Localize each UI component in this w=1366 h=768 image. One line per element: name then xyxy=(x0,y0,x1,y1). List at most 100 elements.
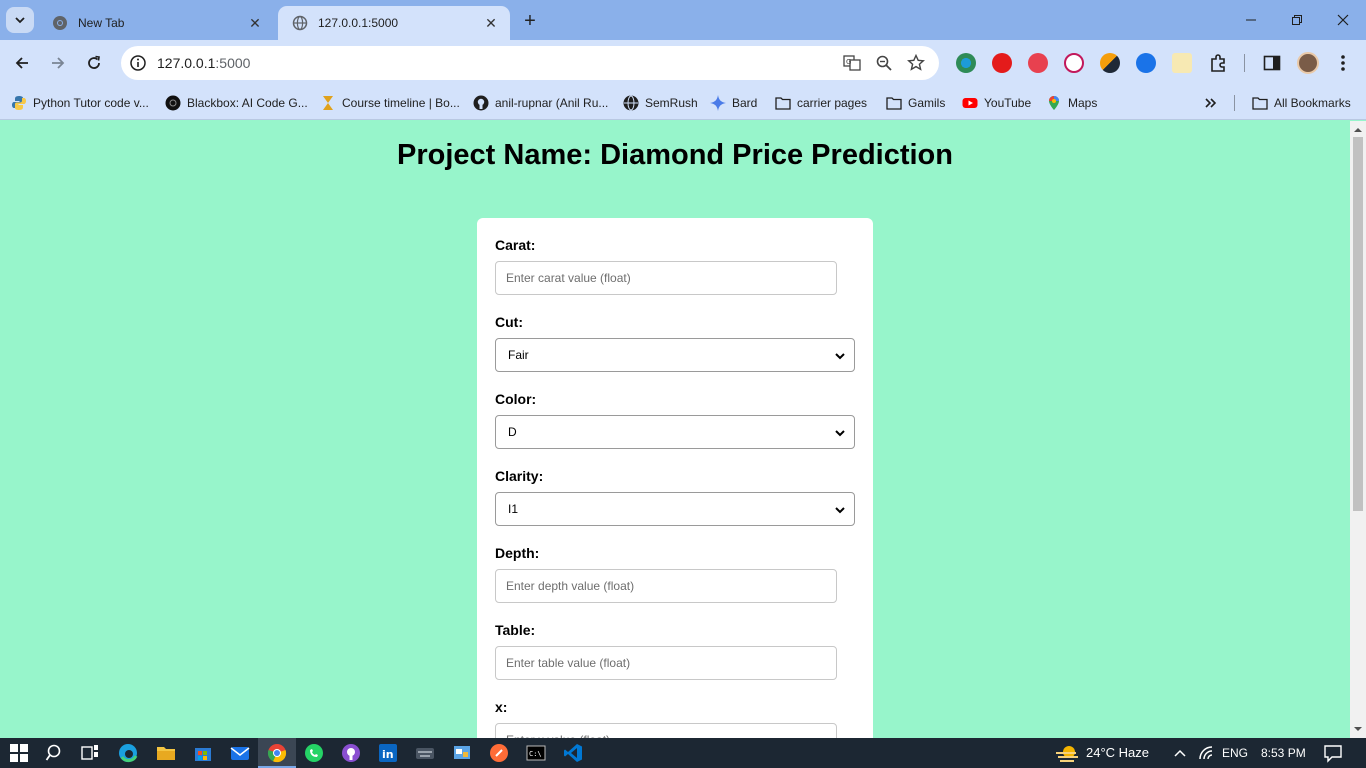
cut-select[interactable]: Fair xyxy=(495,338,855,372)
tab-search-button[interactable] xyxy=(6,7,34,33)
new-tab-button[interactable]: + xyxy=(518,10,542,32)
zoom-icon[interactable] xyxy=(875,54,893,72)
extension-adblock-icon[interactable] xyxy=(992,53,1012,73)
wifi-icon[interactable] xyxy=(1196,743,1216,763)
bookmark-label: Bard xyxy=(732,96,758,110)
task-view-icon[interactable] xyxy=(80,743,100,763)
close-window-button[interactable] xyxy=(1320,6,1366,34)
windows-start-icon[interactable] xyxy=(9,743,29,763)
table-input[interactable] xyxy=(495,646,837,680)
control-panel-icon[interactable] xyxy=(452,743,472,763)
cut-selected-value: Fair xyxy=(508,348,529,362)
keyboard-icon[interactable] xyxy=(415,743,435,763)
bookmark-python-tutor[interactable]: Python Tutor code v... xyxy=(11,93,149,113)
bookmark-youtube[interactable]: YouTube xyxy=(962,93,1031,113)
notifications-icon[interactable] xyxy=(1323,743,1343,763)
extension-block-icon[interactable] xyxy=(1064,53,1084,73)
bookmark-folder-carrier-pages[interactable]: carrier pages xyxy=(775,93,867,113)
bookmark-blackbox[interactable]: Blackbox: AI Code G... xyxy=(165,93,308,113)
profile-avatar[interactable] xyxy=(1297,52,1319,74)
python-icon xyxy=(12,96,26,110)
minimize-button[interactable] xyxy=(1228,6,1274,34)
whatsapp-icon[interactable] xyxy=(304,743,324,763)
url-port: :5000 xyxy=(215,55,251,71)
bookmark-label: SemRush xyxy=(645,96,698,110)
mail-icon[interactable] xyxy=(230,743,250,763)
depth-input[interactable] xyxy=(495,569,837,603)
address-bar[interactable]: 127.0.0.1:5000 G xyxy=(121,46,939,80)
weather-text[interactable]: 24°C Haze xyxy=(1086,745,1149,760)
clock[interactable]: 8:53 PM xyxy=(1261,746,1306,760)
reload-button[interactable] xyxy=(80,49,108,77)
close-tab-icon[interactable]: ✕ xyxy=(246,14,264,32)
svg-text:in: in xyxy=(382,748,394,761)
bookmark-semrush[interactable]: SemRush xyxy=(623,93,698,113)
restore-button[interactable] xyxy=(1274,6,1320,34)
weather-haze-icon[interactable] xyxy=(1054,743,1080,763)
color-selected-value: D xyxy=(508,425,517,439)
bookmark-course-timeline[interactable]: Course timeline | Bo... xyxy=(320,93,460,113)
terminal-icon[interactable]: C:\ xyxy=(526,743,546,763)
postman-icon[interactable] xyxy=(489,743,509,763)
bookmark-github[interactable]: anil-rupnar (Anil Ru... xyxy=(473,93,608,113)
github-icon xyxy=(473,95,489,111)
blackbox-icon xyxy=(165,95,181,111)
translate-icon[interactable]: G xyxy=(843,54,861,72)
page-scrollbar[interactable] xyxy=(1350,121,1366,738)
bookmark-folder-gamils[interactable]: Gamils xyxy=(886,93,945,113)
bookmark-label: Maps xyxy=(1068,96,1098,110)
tray-chevron-up-icon[interactable] xyxy=(1170,743,1190,763)
x-input[interactable] xyxy=(495,723,837,738)
linkedin-icon[interactable]: in xyxy=(378,743,398,763)
color-label: Color: xyxy=(495,391,537,407)
tab-title: 127.0.0.1:5000 xyxy=(318,16,399,30)
chrome-icon[interactable] xyxy=(267,743,287,763)
side-panel-icon[interactable] xyxy=(1262,53,1282,73)
clarity-selected-value: I1 xyxy=(508,502,519,516)
restore-icon xyxy=(1292,15,1302,25)
chevron-down-icon xyxy=(835,353,845,360)
url-text: 127.0.0.1:5000 xyxy=(157,55,250,71)
bookmark-label: YouTube xyxy=(984,96,1032,110)
extension-flame-icon[interactable] xyxy=(1100,53,1120,73)
menu-kebab-icon[interactable] xyxy=(1335,53,1351,73)
bookmark-bard[interactable]: Bard xyxy=(710,93,757,113)
close-tab-icon[interactable]: ✕ xyxy=(482,14,500,32)
back-button[interactable] xyxy=(8,49,36,77)
extensions-puzzle-icon[interactable] xyxy=(1208,53,1228,73)
scroll-down-arrow-icon[interactable] xyxy=(1354,725,1362,733)
extension-note-icon[interactable] xyxy=(1172,53,1192,73)
scroll-up-arrow-icon[interactable] xyxy=(1354,126,1362,134)
file-explorer-icon[interactable] xyxy=(156,743,176,763)
bookmark-label: Gamils xyxy=(908,96,946,110)
all-bookmarks-folder[interactable]: All Bookmarks xyxy=(1252,93,1351,113)
carat-input[interactable] xyxy=(495,261,837,295)
bookmark-label: anil-rupnar (Anil Ru... xyxy=(495,96,609,110)
bookmarks-divider xyxy=(1234,95,1235,111)
forward-button[interactable] xyxy=(44,49,72,77)
github-desktop-icon[interactable] xyxy=(341,743,361,763)
scrollbar-thumb[interactable] xyxy=(1353,137,1363,511)
vscode-icon[interactable] xyxy=(563,743,583,763)
extension-play-icon[interactable] xyxy=(1136,53,1156,73)
clarity-select[interactable]: I1 xyxy=(495,492,855,526)
color-select[interactable]: D xyxy=(495,415,855,449)
extension-stream-icon[interactable] xyxy=(1028,53,1048,73)
bookmarks-overflow-button[interactable] xyxy=(1204,93,1218,113)
windows-taskbar: in C:\ 24°C Haze ENG 8:53 PM xyxy=(0,738,1366,768)
bookmark-maps[interactable]: Maps xyxy=(1046,93,1097,113)
language-indicator[interactable]: ENG xyxy=(1222,746,1248,760)
tab-new-tab[interactable]: New Tab ✕ xyxy=(38,6,274,40)
chevron-down-icon xyxy=(835,430,845,437)
page-viewport: Project Name: Diamond Price Prediction C… xyxy=(0,121,1350,738)
site-info-icon[interactable] xyxy=(129,54,147,72)
edge-icon[interactable] xyxy=(118,743,138,763)
tab-localhost[interactable]: 127.0.0.1:5000 ✕ xyxy=(278,6,510,40)
search-icon[interactable] xyxy=(45,743,65,763)
bookmark-star-icon[interactable] xyxy=(907,54,925,72)
close-icon xyxy=(1337,14,1349,26)
chevron-down-icon xyxy=(15,17,25,24)
extension-globe-icon[interactable] xyxy=(956,53,976,73)
store-icon[interactable] xyxy=(193,743,213,763)
all-bookmarks-label: All Bookmarks xyxy=(1274,96,1351,110)
